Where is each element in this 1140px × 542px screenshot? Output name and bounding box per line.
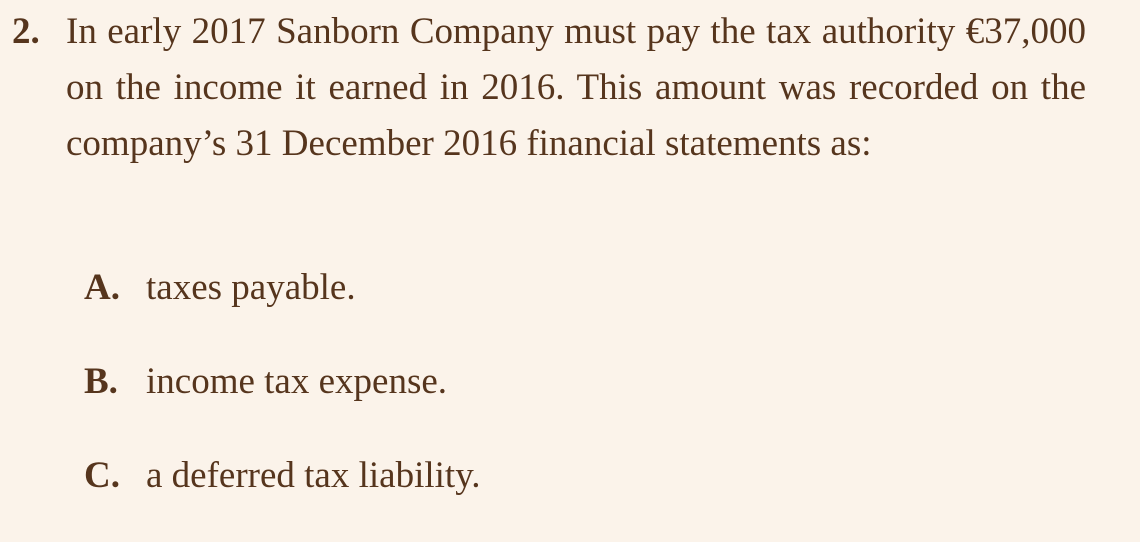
choice-text: taxes payable.	[146, 267, 356, 308]
choice-text: income tax expense.	[146, 361, 448, 402]
choice-b[interactable]: B. income tax expense.	[84, 354, 481, 448]
choice-letter: B.	[84, 361, 118, 402]
choice-letter: A.	[84, 267, 120, 308]
choice-a[interactable]: A. taxes payable.	[84, 260, 481, 354]
choice-c[interactable]: C. a deferred tax liability.	[84, 448, 481, 542]
choice-text: a deferred tax liability.	[146, 455, 481, 496]
question-number: 2.	[12, 11, 40, 52]
question-block: 2. In early 2017 Sanborn Company must pa…	[12, 4, 1086, 172]
answer-choices: A. taxes payable. B. income tax expense.…	[84, 260, 481, 542]
choice-letter: C.	[84, 455, 120, 496]
question-text: In early 2017 Sanborn Company must pay t…	[66, 11, 1086, 164]
